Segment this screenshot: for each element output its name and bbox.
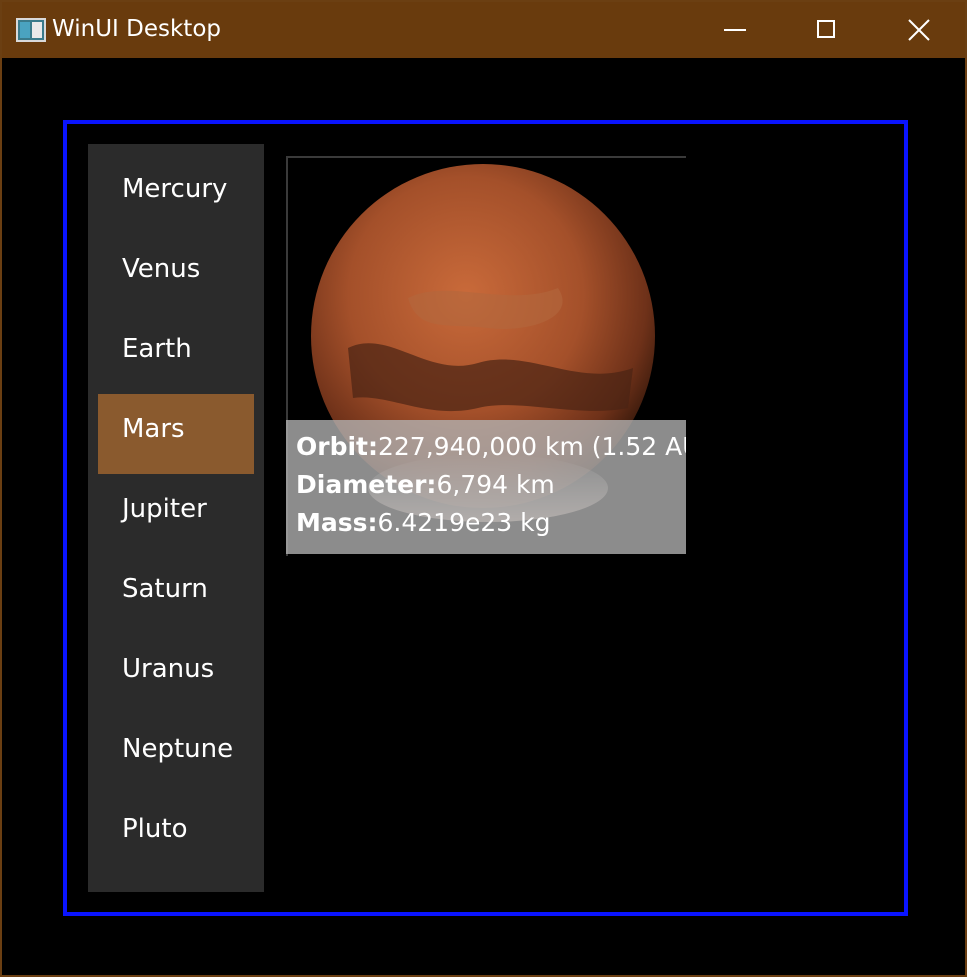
- orbit-label: Orbit:: [296, 432, 378, 461]
- list-item-neptune[interactable]: Neptune: [98, 714, 254, 794]
- client-area: Mercury Venus Earth Mars Jupiter Saturn …: [2, 58, 965, 975]
- mass-value: 6.4219e23 kg: [377, 508, 551, 537]
- list-item-jupiter[interactable]: Jupiter: [98, 474, 254, 554]
- list-item-pluto[interactable]: Pluto: [98, 794, 254, 874]
- minimize-icon: [724, 29, 746, 31]
- orbit-row: Orbit:227,940,000 km (1.52 AU: [296, 432, 686, 461]
- maximize-button[interactable]: [780, 2, 872, 58]
- title-bar[interactable]: WinUI Desktop: [2, 2, 965, 58]
- diameter-value: 6,794 km: [436, 470, 555, 499]
- list-item-label: Saturn: [122, 574, 208, 604]
- list-item-label: Mars: [122, 414, 185, 444]
- list-item-venus[interactable]: Venus: [98, 234, 254, 314]
- planet-list: Mercury Venus Earth Mars Jupiter Saturn …: [88, 144, 264, 892]
- diameter-label: Diameter:: [296, 470, 437, 499]
- planet-detail: Orbit:227,940,000 km (1.52 AU Diameter:6…: [286, 156, 686, 556]
- list-item-label: Neptune: [122, 734, 234, 764]
- planet-info-panel: Orbit:227,940,000 km (1.52 AU Diameter:6…: [286, 420, 686, 554]
- close-icon: [908, 19, 930, 41]
- app-window-icon: [16, 18, 46, 42]
- list-item-earth[interactable]: Earth: [98, 314, 254, 394]
- list-item-saturn[interactable]: Saturn: [98, 554, 254, 634]
- close-button[interactable]: [872, 2, 964, 58]
- app-window: WinUI Desktop Mercury Venus Earth Mars J…: [0, 0, 967, 977]
- window-title: WinUI Desktop: [52, 16, 221, 42]
- list-item-label: Earth: [122, 334, 192, 364]
- list-item-mercury[interactable]: Mercury: [98, 154, 254, 234]
- list-item-label: Pluto: [122, 814, 188, 844]
- list-item-label: Mercury: [122, 174, 228, 204]
- list-item-mars[interactable]: Mars: [98, 394, 254, 474]
- mass-label: Mass:: [296, 508, 378, 537]
- list-item-uranus[interactable]: Uranus: [98, 634, 254, 714]
- diameter-row: Diameter:6,794 km: [296, 470, 555, 499]
- list-item-label: Jupiter: [122, 494, 207, 524]
- list-item-label: Uranus: [122, 654, 215, 684]
- maximize-icon: [817, 20, 835, 38]
- minimize-button[interactable]: [688, 2, 780, 58]
- mass-row: Mass:6.4219e23 kg: [296, 508, 550, 537]
- list-item-label: Venus: [122, 254, 201, 284]
- orbit-value: 227,940,000 km (1.52 AU: [378, 432, 686, 461]
